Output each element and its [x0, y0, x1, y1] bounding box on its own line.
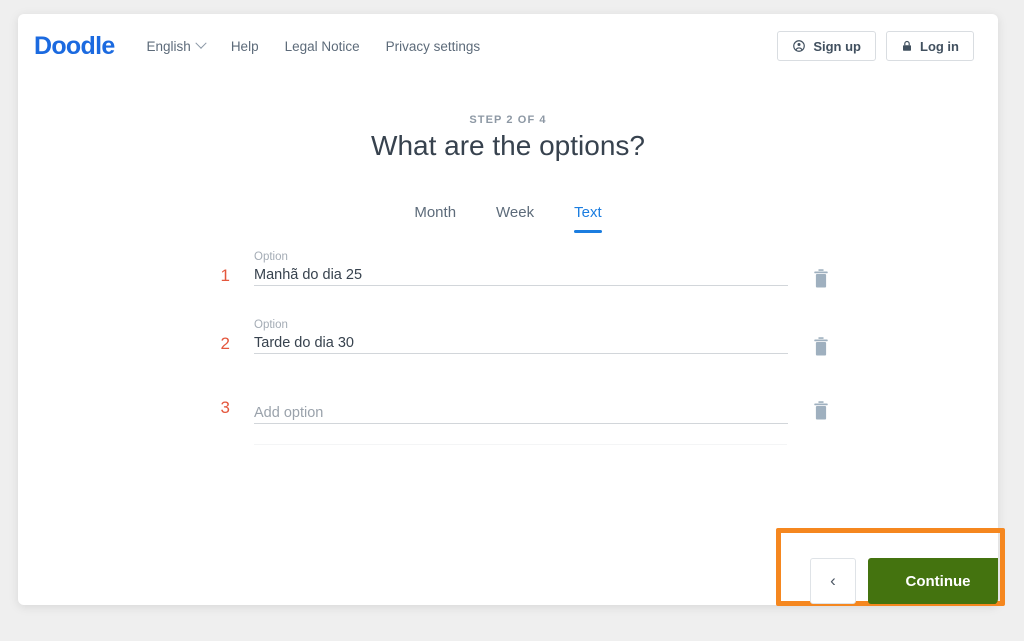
nav-item-help[interactable]: Help	[231, 39, 259, 54]
chevron-down-icon	[195, 38, 206, 49]
chevron-left-icon: ‹	[830, 571, 836, 591]
nav-item-label: English	[147, 39, 191, 54]
nav-item-language[interactable]: English	[147, 39, 205, 54]
trash-icon[interactable]	[812, 400, 830, 422]
list-divider	[254, 444, 787, 445]
nav-item-privacy-settings[interactable]: Privacy settings	[386, 39, 481, 54]
header-nav: English Help Legal Notice Privacy settin…	[147, 39, 481, 54]
back-button[interactable]: ‹	[810, 558, 856, 604]
lock-icon	[901, 39, 913, 53]
option-number: 2	[214, 334, 230, 354]
option-field-label: Option	[254, 250, 788, 264]
option-input[interactable]: Manhã do dia 25	[254, 264, 788, 286]
doodle-logo[interactable]: Doodle	[34, 32, 115, 61]
options-list: 1 Option Manhã do dia 25 2 Option Tarde …	[200, 250, 840, 454]
page-header: Doodle English Help Legal Notice Privacy…	[18, 14, 998, 78]
tab-week[interactable]: Week	[496, 204, 534, 233]
option-field-label: Option	[254, 318, 788, 332]
option-row: 2 Option Tarde do dia 30	[200, 318, 840, 386]
account-circle-icon	[792, 39, 806, 53]
app-card: Doodle English Help Legal Notice Privacy…	[18, 14, 998, 605]
tab-text[interactable]: Text	[574, 204, 602, 233]
continue-button[interactable]: Continue	[868, 558, 998, 604]
trash-icon[interactable]	[812, 336, 830, 358]
option-input[interactable]: Tarde do dia 30	[254, 332, 788, 354]
option-number: 1	[214, 266, 230, 286]
tab-month[interactable]: Month	[414, 204, 456, 233]
log-in-label: Log in	[920, 39, 959, 54]
add-option-input[interactable]: Add option	[254, 402, 788, 424]
option-number: 3	[214, 398, 230, 418]
option-field: Add option	[254, 402, 788, 424]
option-field: Option Manhã do dia 25	[254, 250, 788, 286]
option-type-tabs: Month Week Text	[18, 204, 998, 233]
option-row: 1 Option Manhã do dia 25	[200, 250, 840, 318]
sign-up-button[interactable]: Sign up	[777, 31, 876, 61]
sign-up-label: Sign up	[813, 39, 861, 54]
step-indicator: STEP 2 OF 4	[18, 114, 998, 126]
trash-icon[interactable]	[812, 268, 830, 290]
log-in-button[interactable]: Log in	[886, 31, 974, 61]
page-title: What are the options?	[18, 130, 998, 162]
header-actions: Sign up Log in	[777, 31, 982, 61]
footer-actions: ‹ Continue	[810, 558, 998, 604]
nav-item-legal-notice[interactable]: Legal Notice	[285, 39, 360, 54]
option-field: Option Tarde do dia 30	[254, 318, 788, 354]
